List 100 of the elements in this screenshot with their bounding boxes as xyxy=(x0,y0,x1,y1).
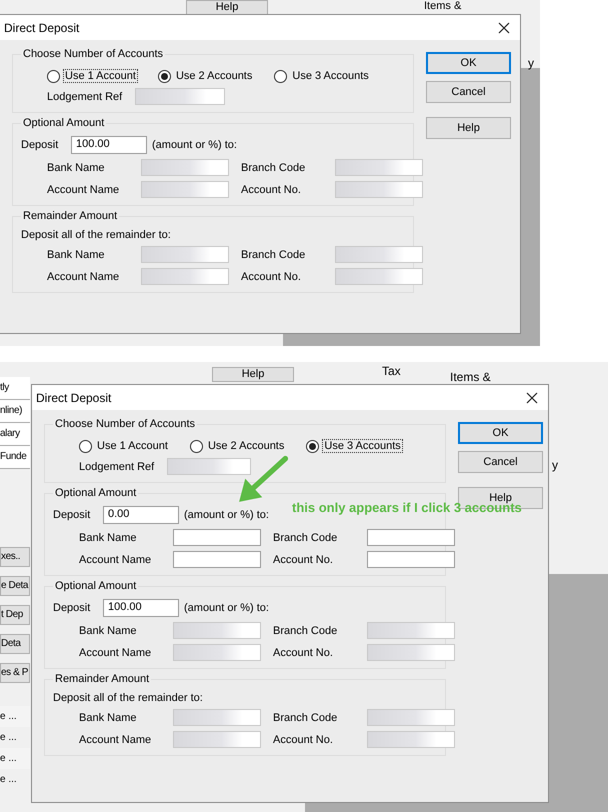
field-label: Deposit xyxy=(21,139,60,151)
group-note: Deposit all of the remainder to: xyxy=(53,692,204,704)
input-field[interactable] xyxy=(335,246,423,263)
field-label: Account No. xyxy=(273,646,334,658)
help-button[interactable]: Help xyxy=(186,0,268,15)
side-button[interactable]: es & P xyxy=(0,663,30,683)
input-field[interactable] xyxy=(367,731,455,748)
group-title: Optional Amount xyxy=(21,117,106,129)
input-field[interactable] xyxy=(141,159,229,176)
ok-button[interactable]: OK xyxy=(458,422,543,444)
side-button[interactable]: Deta xyxy=(0,634,30,654)
side-button[interactable]: t Dep xyxy=(0,605,30,625)
field-label: Bank Name xyxy=(79,624,138,636)
field-label: Branch Code xyxy=(273,712,338,724)
close-icon[interactable] xyxy=(526,392,538,404)
input-field[interactable] xyxy=(335,268,423,285)
input-field[interactable] xyxy=(167,458,252,475)
dialog-button[interactable]: Help xyxy=(426,117,511,139)
table-cell-text: e ... xyxy=(0,731,18,745)
input-field[interactable] xyxy=(141,268,229,285)
tile-label[interactable]: Items & xyxy=(450,370,491,384)
field-hint: (amount or %) to: xyxy=(152,139,237,151)
list-item[interactable]: tly xyxy=(0,377,30,400)
group-title: Optional Amount xyxy=(53,487,138,499)
input-field[interactable] xyxy=(173,709,261,726)
side-button[interactable]: xes.. xyxy=(0,547,30,567)
radio-label[interactable]: Use 2 Accounts xyxy=(206,439,286,453)
radio-button[interactable] xyxy=(158,70,171,82)
help-button[interactable]: Help xyxy=(212,367,294,382)
window-title: Direct Deposit xyxy=(36,390,112,404)
input-field[interactable] xyxy=(173,644,261,661)
list-item[interactable]: alary xyxy=(0,423,30,446)
field-label: Account Name xyxy=(47,270,120,282)
input-field[interactable] xyxy=(141,246,229,263)
group-title: Remainder Amount xyxy=(53,673,152,685)
input-field[interactable] xyxy=(335,181,423,198)
input-field[interactable] xyxy=(173,622,261,639)
group-title: Optional Amount xyxy=(53,580,138,592)
group-title: Choose Number of Accounts xyxy=(21,48,166,60)
field-label: Account No. xyxy=(273,554,334,566)
input-field[interactable] xyxy=(367,551,455,568)
field-label: Account No. xyxy=(273,734,334,746)
radio-button[interactable] xyxy=(47,70,60,82)
table-cell: e ... xyxy=(0,748,30,769)
close-icon[interactable] xyxy=(498,22,510,34)
tile-label[interactable]: y xyxy=(528,56,534,70)
input-field[interactable] xyxy=(367,622,455,639)
dialog-button[interactable]: Cancel xyxy=(426,81,511,103)
input-field[interactable] xyxy=(335,159,423,176)
field-label: Account No. xyxy=(241,184,302,196)
input-field[interactable] xyxy=(135,88,226,105)
field-hint: (amount or %) to: xyxy=(184,509,269,521)
input-field[interactable] xyxy=(173,529,261,546)
list-item[interactable]: nline) xyxy=(0,400,30,423)
input-field[interactable] xyxy=(367,529,455,546)
input-field[interactable] xyxy=(141,181,229,198)
field-label: Bank Name xyxy=(47,248,106,260)
window-title: Direct Deposit xyxy=(4,20,80,34)
field-label: Branch Code xyxy=(241,248,306,260)
radio-label[interactable]: Use 3 Accounts xyxy=(322,439,403,453)
field-label: Branch Code xyxy=(273,532,338,544)
field-label: Bank Name xyxy=(79,532,138,544)
tile-label[interactable]: Tax xyxy=(382,364,401,378)
input-field[interactable]: 100.00 xyxy=(71,136,147,154)
input-field[interactable] xyxy=(173,731,261,748)
radio-button[interactable] xyxy=(274,70,288,82)
field-label: Lodgement Ref xyxy=(47,90,122,102)
field-label: Bank Name xyxy=(47,162,106,174)
table-cell: e ... xyxy=(0,706,30,727)
field-label: Account Name xyxy=(79,646,152,658)
list-item[interactable]: Funde xyxy=(0,446,30,469)
radio-button[interactable] xyxy=(306,440,320,452)
group-note: Deposit all of the remainder to: xyxy=(21,229,172,241)
field-label: Account Name xyxy=(79,734,152,746)
radio-label[interactable]: Use 1 Account xyxy=(95,439,170,453)
field-label: Deposit xyxy=(53,602,92,614)
field-label: Account No. xyxy=(241,270,302,282)
field-label: Account Name xyxy=(79,554,152,566)
field-label: Bank Name xyxy=(79,712,138,724)
input-field[interactable]: 0.00 xyxy=(103,506,179,524)
tile-label[interactable]: y xyxy=(552,458,558,472)
tile-label[interactable]: Items & xyxy=(424,0,462,12)
radio-button[interactable] xyxy=(190,440,203,452)
group-title: Choose Number of Accounts xyxy=(53,418,198,430)
radio-button[interactable] xyxy=(79,440,92,452)
field-label: Branch Code xyxy=(273,624,338,636)
dialog-button[interactable]: Cancel xyxy=(458,451,543,473)
table-cell-text: e ... xyxy=(0,773,18,787)
input-field[interactable] xyxy=(173,551,261,568)
input-field[interactable] xyxy=(367,709,455,726)
field-hint: (amount or %) to: xyxy=(184,602,269,614)
field-label: Branch Code xyxy=(241,162,306,174)
input-field[interactable] xyxy=(367,644,455,661)
radio-label[interactable]: Use 1 Account xyxy=(63,69,138,83)
radio-label[interactable]: Use 3 Accounts xyxy=(290,69,371,83)
ok-button[interactable]: OK xyxy=(426,52,511,74)
side-button[interactable]: e Deta xyxy=(0,576,30,596)
input-field[interactable]: 100.00 xyxy=(103,599,179,617)
radio-label[interactable]: Use 2 Accounts xyxy=(174,69,254,83)
field-label: Account Name xyxy=(47,184,120,196)
